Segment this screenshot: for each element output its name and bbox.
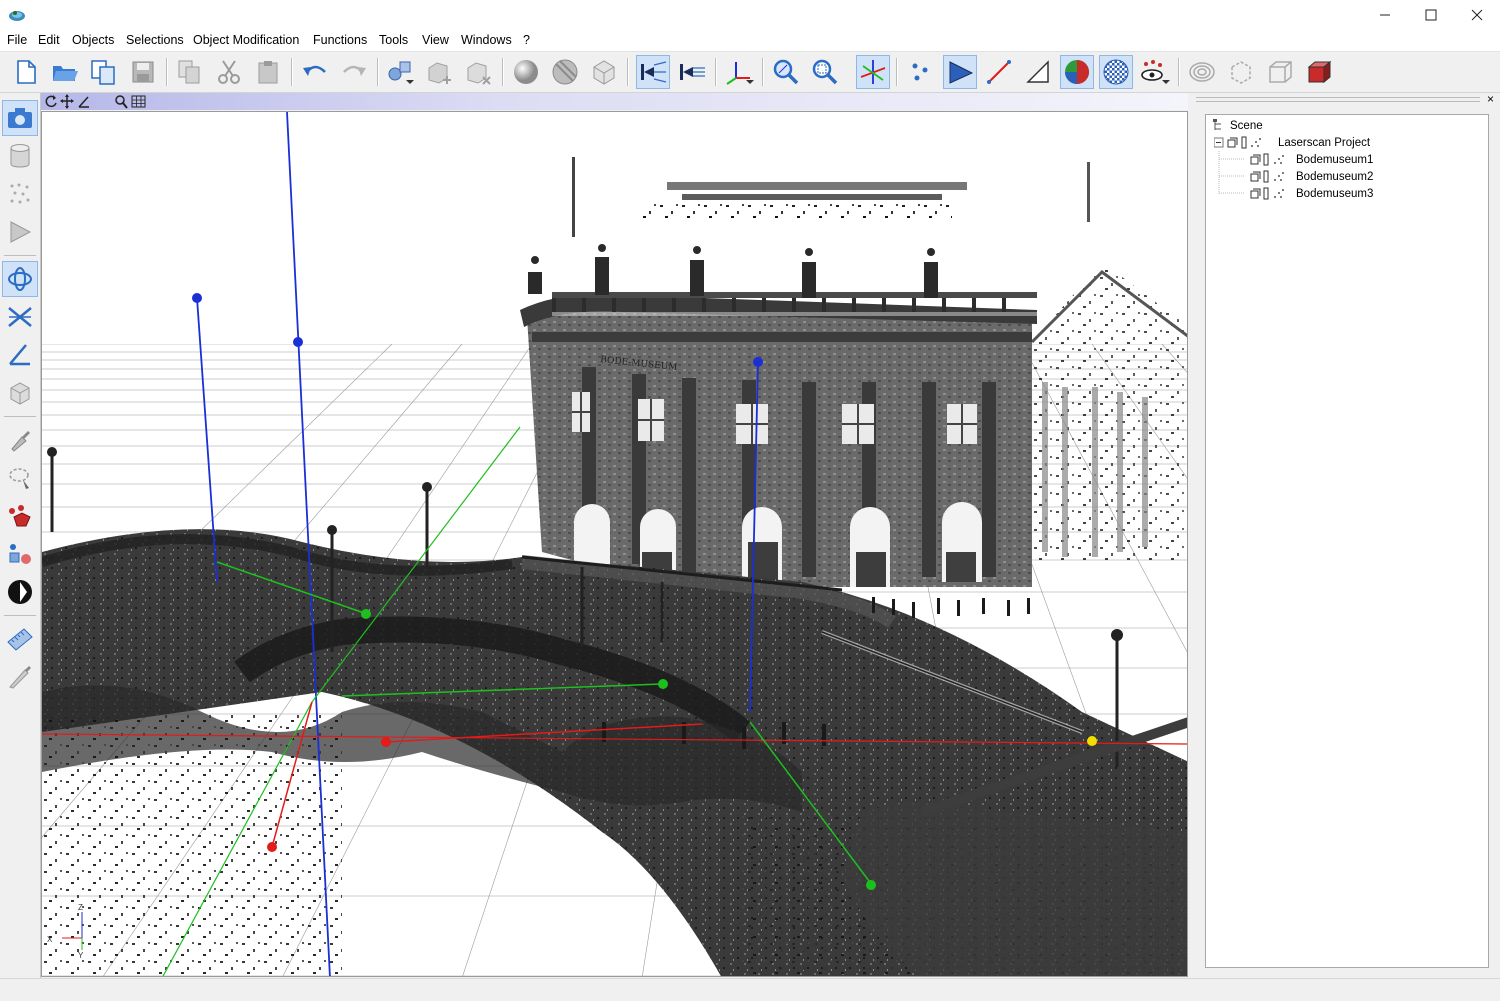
- left-toolbar: [0, 93, 41, 978]
- axes-3d-icon[interactable]: [856, 55, 890, 89]
- menu-windows[interactable]: Windows: [461, 33, 512, 47]
- new-file-icon[interactable]: [9, 55, 43, 89]
- solid-cube-icon[interactable]: [1302, 55, 1336, 89]
- texture-sphere-icon[interactable]: [1099, 55, 1133, 89]
- cut-icon[interactable]: [212, 55, 246, 89]
- redo-icon[interactable]: [337, 55, 371, 89]
- scanner-3-y2-marker[interactable]: [866, 880, 876, 890]
- menu-selections[interactable]: Selections: [126, 33, 184, 47]
- menu-bar: File Edit Objects Selections Object Modi…: [0, 30, 1500, 52]
- menu-tools[interactable]: Tools: [379, 33, 408, 47]
- cylinder-icon[interactable]: [2, 138, 38, 174]
- tb-mode-2-icon[interactable]: [675, 55, 709, 89]
- undo-icon[interactable]: [298, 55, 332, 89]
- orbit-icon[interactable]: [2, 261, 38, 297]
- triangle-icon[interactable]: [2, 214, 38, 250]
- gizmo-y-label: Y: [78, 951, 84, 960]
- tree-label: Bodemuseum3: [1296, 187, 1374, 200]
- move-icon[interactable]: [60, 94, 74, 109]
- wire-cube-icon[interactable]: [1263, 55, 1297, 89]
- grid-small-icon[interactable]: [131, 94, 146, 109]
- gizmo-x-label: X: [47, 935, 53, 944]
- copy-files-icon[interactable]: [87, 55, 121, 89]
- line-icon[interactable]: [982, 55, 1016, 89]
- point-cloud-scene[interactable]: BODE-MUSEUM Z X Y: [42, 112, 1188, 977]
- menu-edit[interactable]: Edit: [38, 33, 60, 47]
- scanner-1-z-marker[interactable]: [293, 337, 303, 347]
- maximize-icon[interactable]: [1408, 0, 1454, 30]
- copy-icon[interactable]: [173, 55, 207, 89]
- gizmo-z-label: Z: [78, 903, 83, 912]
- panel-close-button[interactable]: ×: [1487, 92, 1494, 106]
- paste-icon[interactable]: [251, 55, 285, 89]
- pan-cross-icon[interactable]: [2, 299, 38, 335]
- rotate-icon[interactable]: [44, 94, 58, 109]
- add-object-icon[interactable]: [384, 55, 418, 89]
- dashed-box-icon[interactable]: [1224, 55, 1258, 89]
- scanner-3-y-marker[interactable]: [658, 679, 668, 689]
- angle-icon[interactable]: [2, 337, 38, 373]
- tree-item-bodemuseum2[interactable]: Bodemuseum2: [1250, 168, 1373, 185]
- panel-drag-handle[interactable]: [1196, 97, 1480, 102]
- zoom-small-icon[interactable]: [114, 94, 128, 109]
- scanner-1-x-marker[interactable]: [267, 842, 277, 852]
- menu-object-modification[interactable]: Object Modification: [193, 33, 299, 47]
- sphere-icon[interactable]: [509, 55, 543, 89]
- title-bar: [0, 0, 1500, 30]
- open-folder-icon[interactable]: [48, 55, 82, 89]
- target-icon[interactable]: [1185, 55, 1219, 89]
- tree-label: Bodemuseum2: [1296, 170, 1374, 183]
- zoom-in-icon[interactable]: [769, 55, 803, 89]
- tree-item-bodemuseum3[interactable]: Bodemuseum3: [1250, 185, 1373, 202]
- zoom-extent-icon[interactable]: [808, 55, 842, 89]
- close-icon[interactable]: [1454, 0, 1500, 30]
- camera-icon[interactable]: [2, 100, 38, 136]
- color-sphere-icon[interactable]: [1060, 55, 1094, 89]
- triangle-filled-icon[interactable]: [943, 55, 977, 89]
- tree-label: Bodemuseum1: [1296, 153, 1374, 166]
- save-icon[interactable]: [126, 55, 160, 89]
- menu-file[interactable]: File: [7, 33, 27, 47]
- delete-object-icon[interactable]: [462, 55, 496, 89]
- main-toolbar: [0, 52, 1500, 93]
- selected-point-marker[interactable]: [1087, 736, 1097, 746]
- minimize-icon[interactable]: [1362, 0, 1408, 30]
- point-cloud-icon[interactable]: [2, 176, 38, 212]
- axis-tool-icon[interactable]: [722, 55, 756, 89]
- scanner-3-x-marker[interactable]: [381, 737, 391, 747]
- brush-icon[interactable]: [2, 422, 38, 458]
- scene-panel: × Scene Laserscan Project Bodemuseum1 Bo…: [1192, 92, 1500, 978]
- ruler-icon[interactable]: [2, 621, 38, 657]
- contrast-icon[interactable]: [2, 574, 38, 610]
- points-icon[interactable]: [904, 55, 938, 89]
- status-bar: [0, 978, 1500, 1001]
- add-box-icon[interactable]: [423, 55, 457, 89]
- scanner-2-y-marker[interactable]: [361, 609, 371, 619]
- tree-item-bodemuseum1[interactable]: Bodemuseum1: [1250, 151, 1373, 168]
- menu-help[interactable]: ?: [523, 33, 530, 47]
- app-logo-icon: [8, 7, 26, 23]
- scanner-2-z-marker[interactable]: [192, 293, 202, 303]
- viewport-header: [41, 93, 1188, 110]
- tree-label: Laserscan Project: [1278, 136, 1371, 149]
- box-grid-icon[interactable]: [587, 55, 621, 89]
- menu-view[interactable]: View: [422, 33, 449, 47]
- museum-building: BODE-MUSEUM: [520, 244, 1037, 587]
- knife-icon[interactable]: [2, 659, 38, 695]
- box-icon[interactable]: [2, 375, 38, 411]
- shapes-blue-icon[interactable]: [2, 536, 38, 572]
- lasso-icon[interactable]: [2, 460, 38, 496]
- tb-mode-1-icon[interactable]: [636, 55, 670, 89]
- scene-tree: Scene Laserscan Project Bodemuseum1 Bode…: [1205, 114, 1489, 968]
- menu-objects[interactable]: Objects: [72, 33, 114, 47]
- menu-functions[interactable]: Functions: [313, 33, 367, 47]
- triangle-outline-icon[interactable]: [1021, 55, 1055, 89]
- tree-connectors: [1218, 151, 1245, 195]
- 3d-viewport[interactable]: BODE-MUSEUM Z X Y: [41, 111, 1188, 977]
- scanner-3-z-marker[interactable]: [753, 357, 763, 367]
- shapes-icon[interactable]: [2, 498, 38, 534]
- sphere-striped-icon[interactable]: [548, 55, 582, 89]
- angle-small-icon[interactable]: [77, 94, 91, 109]
- view-eye-icon[interactable]: [1138, 55, 1172, 89]
